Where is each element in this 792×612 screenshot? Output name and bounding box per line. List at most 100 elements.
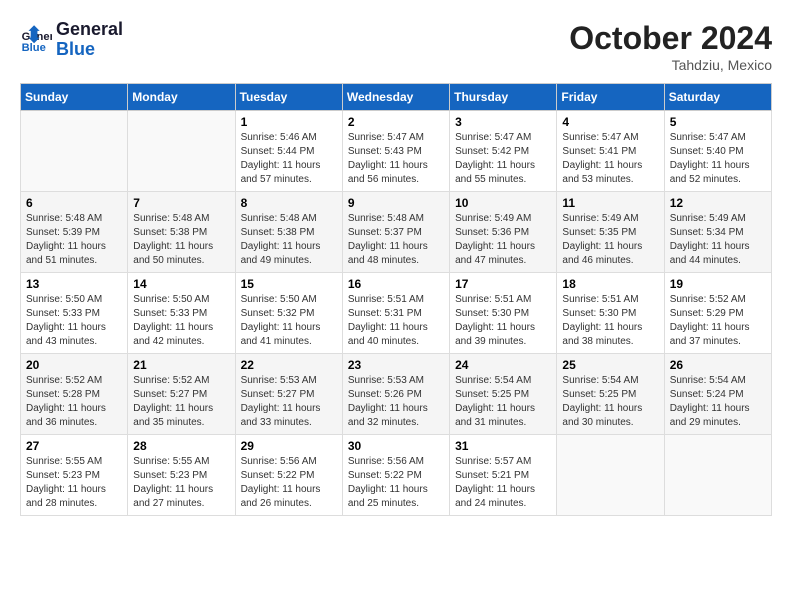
day-cell: 1 Sunrise: 5:46 AM Sunset: 5:44 PM Daylig… (235, 111, 342, 192)
day-info: Sunrise: 5:46 AM Sunset: 5:44 PM Dayligh… (241, 131, 337, 187)
day-info: Sunrise: 5:56 AM Sunset: 5:22 PM Dayligh… (348, 455, 444, 511)
header-monday: Monday (128, 84, 235, 111)
day-number: 4 (562, 115, 658, 129)
day-cell: 9Sunrise: 5:48 AM Sunset: 5:37 PM Daylig… (342, 192, 449, 273)
day-number: 15 (241, 277, 337, 291)
day-info: Sunrise: 5:49 AM Sunset: 5:35 PM Dayligh… (562, 212, 658, 268)
day-cell: 15 Sunrise: 5:50 AM Sunset: 5:32 PM Dayli… (235, 273, 342, 354)
day-number: 13 (26, 277, 122, 291)
day-info: Sunrise: 5:52 AM Sunset: 5:29 PM Dayligh… (670, 293, 766, 349)
day-number: 19 (670, 277, 766, 291)
day-cell: 26Sunrise: 5:54 AM Sunset: 5:24 PM Dayli… (664, 354, 771, 435)
day-info: Sunrise: 5:51 AM Sunset: 5:30 PM Dayligh… (562, 293, 658, 349)
location-text: Tahdziu, Mexico (569, 57, 772, 73)
day-cell: 30Sunrise: 5:56 AM Sunset: 5:22 PM Dayli… (342, 435, 449, 516)
day-cell: 27 Sunrise: 5:55 AM Sunset: 5:23 PM Dayli… (21, 435, 128, 516)
day-cell (557, 435, 664, 516)
day-number: 11 (562, 196, 658, 210)
header-friday: Friday (557, 84, 664, 111)
day-info: Sunrise: 5:56 AM Sunset: 5:22 PM Dayligh… (241, 455, 337, 511)
day-info: Sunrise: 5:48 AM Sunset: 5:38 PM Dayligh… (133, 212, 229, 268)
day-number: 1 (241, 115, 337, 129)
day-number: 25 (562, 358, 658, 372)
week-row-5: 27 Sunrise: 5:55 AM Sunset: 5:23 PM Dayli… (21, 435, 772, 516)
logo-general-text: General (56, 20, 123, 40)
header-sunday: Sunday (21, 84, 128, 111)
day-number: 22 (241, 358, 337, 372)
day-number: 29 (241, 439, 337, 453)
day-info: Sunrise: 5:50 AM Sunset: 5:32 PM Dayligh… (241, 293, 337, 349)
day-number: 3 (455, 115, 551, 129)
day-info: Sunrise: 5:52 AM Sunset: 5:28 PM Dayligh… (26, 374, 122, 430)
day-number: 7 (133, 196, 229, 210)
week-row-4: 20 Sunrise: 5:52 AM Sunset: 5:28 PM Dayli… (21, 354, 772, 435)
page-header: General Blue General Blue October 2024 T… (20, 20, 772, 73)
day-number: 28 (133, 439, 229, 453)
day-cell: 10 Sunrise: 5:49 AM Sunset: 5:36 PM Dayli… (450, 192, 557, 273)
day-info: Sunrise: 5:55 AM Sunset: 5:23 PM Dayligh… (26, 455, 122, 511)
day-cell: 2Sunrise: 5:47 AM Sunset: 5:43 PM Daylig… (342, 111, 449, 192)
day-cell: 21Sunrise: 5:52 AM Sunset: 5:27 PM Dayli… (128, 354, 235, 435)
day-number: 31 (455, 439, 551, 453)
day-cell: 7 Sunrise: 5:48 AM Sunset: 5:38 PM Daylig… (128, 192, 235, 273)
day-cell (664, 435, 771, 516)
day-cell: 12 Sunrise: 5:49 AM Sunset: 5:34 PM Dayli… (664, 192, 771, 273)
day-number: 12 (670, 196, 766, 210)
day-info: Sunrise: 5:47 AM Sunset: 5:41 PM Dayligh… (562, 131, 658, 187)
day-cell: 29 Sunrise: 5:56 AM Sunset: 5:22 PM Dayli… (235, 435, 342, 516)
day-cell: 11 Sunrise: 5:49 AM Sunset: 5:35 PM Dayli… (557, 192, 664, 273)
day-cell (21, 111, 128, 192)
day-info: Sunrise: 5:54 AM Sunset: 5:25 PM Dayligh… (455, 374, 551, 430)
svg-text:Blue: Blue (22, 42, 46, 54)
day-info: Sunrise: 5:48 AM Sunset: 5:38 PM Dayligh… (241, 212, 337, 268)
day-info: Sunrise: 5:49 AM Sunset: 5:36 PM Dayligh… (455, 212, 551, 268)
logo-icon: General Blue (20, 24, 52, 56)
day-cell: 14 Sunrise: 5:50 AM Sunset: 5:33 PM Dayli… (128, 273, 235, 354)
logo-blue-text: Blue (56, 40, 123, 60)
day-info: Sunrise: 5:47 AM Sunset: 5:40 PM Dayligh… (670, 131, 766, 187)
day-cell: 8 Sunrise: 5:48 AM Sunset: 5:38 PM Daylig… (235, 192, 342, 273)
day-info: Sunrise: 5:51 AM Sunset: 5:31 PM Dayligh… (348, 293, 444, 349)
day-info: Sunrise: 5:50 AM Sunset: 5:33 PM Dayligh… (133, 293, 229, 349)
header-thursday: Thursday (450, 84, 557, 111)
day-number: 6 (26, 196, 122, 210)
day-cell: 22 Sunrise: 5:53 AM Sunset: 5:27 PM Dayli… (235, 354, 342, 435)
day-number: 23 (348, 358, 444, 372)
day-number: 20 (26, 358, 122, 372)
day-number: 14 (133, 277, 229, 291)
day-cell: 17Sunrise: 5:51 AM Sunset: 5:30 PM Dayli… (450, 273, 557, 354)
day-cell: 24 Sunrise: 5:54 AM Sunset: 5:25 PM Dayli… (450, 354, 557, 435)
day-cell: 3 Sunrise: 5:47 AM Sunset: 5:42 PM Daylig… (450, 111, 557, 192)
calendar-table: SundayMondayTuesdayWednesdayThursdayFrid… (20, 83, 772, 516)
day-info: Sunrise: 5:47 AM Sunset: 5:42 PM Dayligh… (455, 131, 551, 187)
day-cell (128, 111, 235, 192)
day-cell: 19 Sunrise: 5:52 AM Sunset: 5:29 PM Dayli… (664, 273, 771, 354)
day-cell: 23 Sunrise: 5:53 AM Sunset: 5:26 PM Dayli… (342, 354, 449, 435)
day-info: Sunrise: 5:49 AM Sunset: 5:34 PM Dayligh… (670, 212, 766, 268)
day-info: Sunrise: 5:53 AM Sunset: 5:26 PM Dayligh… (348, 374, 444, 430)
day-cell: 28 Sunrise: 5:55 AM Sunset: 5:23 PM Dayli… (128, 435, 235, 516)
week-row-1: 1 Sunrise: 5:46 AM Sunset: 5:44 PM Daylig… (21, 111, 772, 192)
title-block: October 2024 Tahdziu, Mexico (569, 20, 772, 73)
day-cell: 13 Sunrise: 5:50 AM Sunset: 5:33 PM Dayli… (21, 273, 128, 354)
day-cell: 31Sunrise: 5:57 AM Sunset: 5:21 PM Dayli… (450, 435, 557, 516)
day-info: Sunrise: 5:51 AM Sunset: 5:30 PM Dayligh… (455, 293, 551, 349)
day-info: Sunrise: 5:55 AM Sunset: 5:23 PM Dayligh… (133, 455, 229, 511)
header-tuesday: Tuesday (235, 84, 342, 111)
month-title: October 2024 (569, 20, 772, 57)
day-number: 24 (455, 358, 551, 372)
day-number: 9 (348, 196, 444, 210)
day-number: 26 (670, 358, 766, 372)
day-number: 8 (241, 196, 337, 210)
day-info: Sunrise: 5:50 AM Sunset: 5:33 PM Dayligh… (26, 293, 122, 349)
week-row-2: 6Sunrise: 5:48 AM Sunset: 5:39 PM Daylig… (21, 192, 772, 273)
day-number: 10 (455, 196, 551, 210)
day-info: Sunrise: 5:53 AM Sunset: 5:27 PM Dayligh… (241, 374, 337, 430)
logo: General Blue General Blue (20, 20, 123, 60)
day-info: Sunrise: 5:47 AM Sunset: 5:43 PM Dayligh… (348, 131, 444, 187)
day-number: 27 (26, 439, 122, 453)
day-cell: 5 Sunrise: 5:47 AM Sunset: 5:40 PM Daylig… (664, 111, 771, 192)
day-cell: 4 Sunrise: 5:47 AM Sunset: 5:41 PM Daylig… (557, 111, 664, 192)
day-number: 5 (670, 115, 766, 129)
day-cell: 16Sunrise: 5:51 AM Sunset: 5:31 PM Dayli… (342, 273, 449, 354)
